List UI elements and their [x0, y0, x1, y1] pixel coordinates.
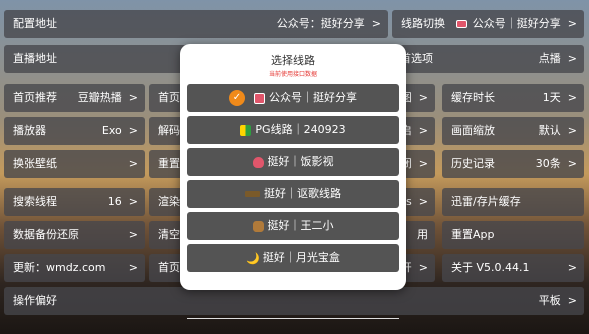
- tag-icon: [254, 92, 265, 104]
- picture-scale-item[interactable]: 画面缩放 默认 >: [442, 117, 584, 145]
- chevron-right-icon: >: [371, 17, 381, 30]
- route-label: 挺好｜月光宝盒: [262, 251, 340, 264]
- cache-duration-item[interactable]: 缓存时长 1天 >: [442, 84, 584, 112]
- use-value: 用: [417, 228, 428, 241]
- chevron-right-icon: >: [418, 124, 428, 137]
- route-option-6[interactable]: 🌙 挺好｜月光宝盒: [187, 244, 399, 272]
- cache-duration-value: 1天: [542, 91, 561, 104]
- config-address-item[interactable]: 配置地址 公众号：挺好分享 >: [4, 10, 388, 38]
- route-label: 公众号｜挺好分享: [269, 91, 357, 104]
- route-option-3[interactable]: 挺好｜饭影视: [187, 148, 399, 176]
- update-item[interactable]: 更新：wmdz.com >: [4, 254, 145, 282]
- chevron-right-icon: >: [567, 52, 577, 65]
- update-label: 更新：wmdz.com: [13, 261, 106, 274]
- player-value: Exo: [101, 124, 122, 137]
- route-option-1[interactable]: ✓ 公众号｜挺好分享: [187, 84, 399, 112]
- dialog-title: 选择线路: [271, 54, 315, 67]
- route-label: 挺好｜饭影视: [267, 155, 334, 168]
- home-label-1: 首页: [158, 91, 180, 104]
- chevron-right-icon: >: [418, 157, 428, 170]
- chevron-right-icon: >: [418, 91, 428, 104]
- home-option-item[interactable]: 首选项 点播 >: [392, 45, 584, 73]
- history-item[interactable]: 历史记录 30条 >: [442, 150, 584, 178]
- chevron-right-icon: >: [567, 157, 577, 170]
- check-icon: ✓: [229, 90, 245, 106]
- chevron-right-icon: >: [418, 195, 428, 208]
- home-label-2: 首页: [158, 261, 180, 274]
- history-value: 30条: [535, 157, 561, 170]
- config-address-value: 公众号：挺好分享: [276, 17, 365, 30]
- reset-label: 重置: [158, 157, 180, 170]
- history-label: 历史记录: [451, 157, 495, 170]
- tag-icon: [455, 20, 467, 28]
- chevron-right-icon: >: [128, 261, 138, 274]
- wallpaper-item[interactable]: 换张壁纸 >: [4, 150, 145, 178]
- route-label: 挺好｜王二小: [267, 219, 334, 232]
- route-option-2[interactable]: PG线路｜240923: [187, 116, 399, 144]
- moon-icon: 🌙: [246, 251, 260, 265]
- home-option-value: 点播: [538, 52, 561, 65]
- operation-pref-value: 平板: [538, 294, 561, 307]
- route-switch-value: 公众号｜挺好分享: [472, 17, 561, 30]
- home-recommend-item[interactable]: 首页推荐 豆瓣热播 >: [4, 84, 145, 112]
- route-label: PG线路｜240923: [255, 123, 346, 136]
- dialog-subtitle: 当前使用接口数据: [268, 71, 317, 78]
- route-label: 挺好｜讴歌线路: [264, 187, 341, 200]
- chevron-right-icon: >: [567, 124, 577, 137]
- decode-label: 解码: [158, 124, 180, 137]
- picture-scale-label: 画面缩放: [451, 124, 495, 137]
- clear-label: 清空: [158, 228, 180, 241]
- route-switch-item[interactable]: 线路切换 公众号｜挺好分享 >: [392, 10, 584, 38]
- chevron-right-icon: >: [567, 17, 577, 30]
- operation-pref-item[interactable]: 操作偏好 平板 >: [4, 287, 584, 315]
- chevron-right-icon: >: [128, 124, 138, 137]
- search-threads-label: 搜索线程: [13, 195, 57, 208]
- search-threads-item[interactable]: 搜索线程 16 >: [4, 188, 145, 216]
- route-select-dialog: 选择线路 当前使用接口数据 ✓ 公众号｜挺好分享 PG线路｜240923 挺好｜…: [180, 44, 406, 319]
- player-label: 播放器: [13, 124, 46, 137]
- about-item[interactable]: 关于 V5.0.44.1 >: [442, 254, 584, 282]
- live-address-label: 直播地址: [13, 52, 57, 65]
- chevron-right-icon: >: [128, 91, 138, 104]
- picture-scale-value: 默认: [538, 124, 561, 137]
- chevron-right-icon: >: [567, 91, 577, 104]
- config-address-label: 配置地址: [13, 17, 57, 30]
- wallpaper-label: 换张壁纸: [13, 157, 57, 170]
- operation-pref-label: 操作偏好: [13, 294, 57, 307]
- home-recommend-value: 豆瓣热播: [77, 91, 122, 104]
- xunlei-cache-item[interactable]: 迅雷/存片缓存: [442, 188, 584, 216]
- reset-app-item[interactable]: 重置App: [442, 221, 584, 249]
- route-option-4[interactable]: 挺好｜讴歌线路: [187, 180, 399, 208]
- reset-app-label: 重置App: [451, 228, 495, 241]
- chevron-right-icon: >: [128, 157, 138, 170]
- search-threads-value: 16: [107, 195, 122, 208]
- backup-restore-label: 数据备份还原: [13, 228, 79, 241]
- cache-duration-label: 缓存时长: [451, 91, 495, 104]
- about-label: 关于 V5.0.44.1: [451, 261, 530, 274]
- chevron-right-icon: >: [567, 261, 577, 274]
- gun-icon: [245, 191, 260, 197]
- chevron-right-icon: >: [418, 261, 428, 274]
- xunlei-cache-label: 迅雷/存片缓存: [451, 195, 521, 208]
- route-switch-label: 线路切换: [401, 17, 445, 30]
- chevron-right-icon: >: [128, 228, 138, 241]
- render-label: 渲染: [158, 195, 180, 208]
- backup-restore-item[interactable]: 数据备份还原 >: [4, 221, 145, 249]
- chevron-right-icon: >: [128, 195, 138, 208]
- ox-icon: [252, 220, 264, 232]
- home-recommend-label: 首页推荐: [13, 91, 57, 104]
- player-item[interactable]: 播放器 Exo >: [4, 117, 145, 145]
- route-option-5[interactable]: 挺好｜王二小: [187, 212, 399, 240]
- blob-icon: [252, 156, 264, 168]
- flag-icon: [240, 124, 252, 136]
- chevron-right-icon: >: [567, 294, 577, 307]
- dialog-divider: [187, 318, 399, 319]
